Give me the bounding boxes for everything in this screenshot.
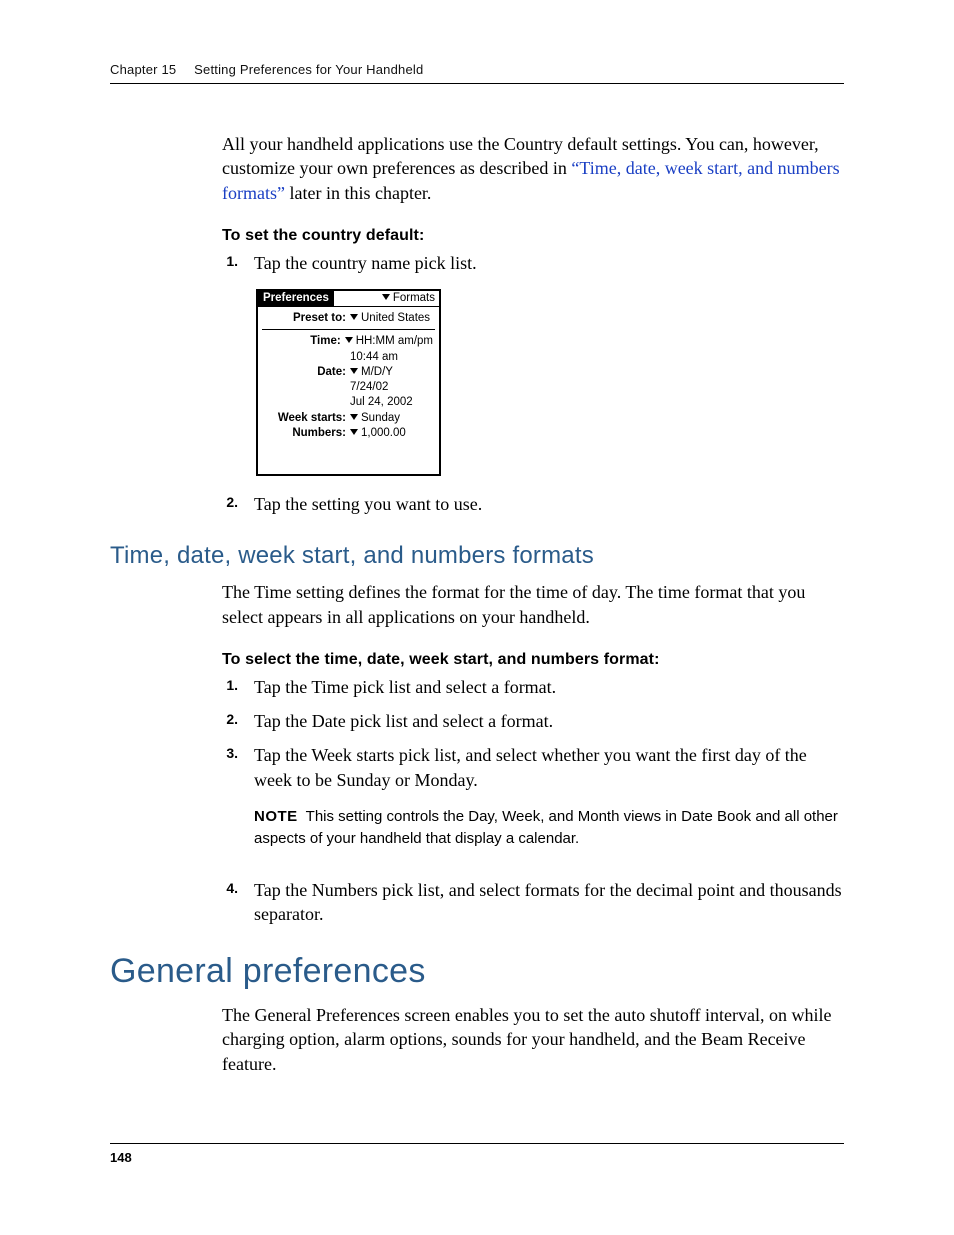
step-3: 3. Tap the Week starts pick list, and se… — [222, 743, 844, 867]
palm-time-example: 10:44 am — [258, 349, 439, 364]
step-number: 2. — [222, 709, 238, 733]
note-body: This setting controls the Day, Week, and… — [254, 808, 838, 847]
page: Chapter 15 Setting Preferences for Your … — [0, 0, 954, 1235]
step-number: 1. — [222, 251, 238, 275]
dropdown-icon — [350, 429, 358, 435]
section-heading-formats: Time, date, week start, and numbers form… — [110, 542, 844, 570]
palm-week-label: Week starts: — [264, 412, 350, 425]
palm-numbers-picklist[interactable]: 1,000.00 — [350, 427, 433, 440]
step-body: Tap the Time pick list and select a form… — [254, 675, 844, 699]
palm-preset-row: Preset to: United States — [258, 310, 439, 325]
task-heading-country: To set the country default: — [222, 227, 844, 245]
running-header: Chapter 15 Setting Preferences for Your … — [110, 62, 844, 84]
step-body: Tap the country name pick list. — [254, 251, 844, 275]
step-number: 1. — [222, 675, 238, 699]
formats-intro: The Time setting defines the format for … — [222, 580, 844, 629]
palm-title: Preferences — [258, 291, 334, 307]
step-2: 2. Tap the setting you want to use. — [222, 492, 844, 516]
palm-numbers-row: Numbers: 1,000.00 — [258, 425, 439, 440]
step-2: 2. Tap the Date pick list and select a f… — [222, 709, 844, 733]
palm-week-picklist[interactable]: Sunday — [350, 412, 433, 425]
dropdown-icon — [350, 368, 358, 374]
palm-date-label: Date: — [264, 366, 350, 379]
steps-country-2: 2. Tap the setting you want to use. — [222, 492, 844, 516]
palm-time-label: Time: — [264, 335, 345, 348]
note-block: NOTEThis setting controls the Day, Week,… — [254, 806, 844, 850]
step-number: 2. — [222, 492, 238, 516]
palm-preset-label: Preset to: — [264, 312, 350, 325]
palm-date-picklist[interactable]: M/D/Y — [350, 366, 433, 379]
dropdown-icon — [382, 294, 390, 300]
palm-time-picklist[interactable]: HH:MM am/pm — [345, 335, 433, 348]
palm-numbers-label: Numbers: — [264, 427, 350, 440]
step-body: Tap the Numbers pick list, and select fo… — [254, 878, 844, 927]
page-number: 148 — [110, 1143, 844, 1165]
chapter-title: Setting Preferences for Your Handheld — [194, 62, 423, 77]
chapter-label: Chapter 15 — [110, 62, 176, 77]
palm-menu-picklist[interactable]: Formats — [382, 291, 439, 307]
step-number: 4. — [222, 878, 238, 927]
step-4: 4. Tap the Numbers pick list, and select… — [222, 878, 844, 927]
step-body: Tap the setting you want to use. — [254, 492, 844, 516]
palm-date-example1: 7/24/02 — [258, 379, 439, 394]
task-heading-formats: To select the time, date, week start, an… — [222, 651, 844, 669]
step-number: 3. — [222, 743, 238, 867]
palm-time-row: Time: HH:MM am/pm — [258, 333, 439, 348]
palm-screenshot: Preferences Formats Preset to: United St… — [256, 289, 441, 476]
dropdown-icon — [345, 337, 353, 343]
intro-post: later in this chapter. — [285, 183, 431, 203]
general-body: The General Preferences screen enables y… — [222, 1003, 844, 1076]
step-body: Tap the Date pick list and select a form… — [254, 709, 844, 733]
palm-preset-picklist[interactable]: United States — [350, 312, 433, 325]
dropdown-icon — [350, 414, 358, 420]
step-1: 1. Tap the Time pick list and select a f… — [222, 675, 844, 699]
note-label: NOTE — [254, 808, 298, 825]
main-content: All your handheld applications use the C… — [222, 132, 844, 1076]
palm-date-row: Date: M/D/Y — [258, 364, 439, 379]
step-1: 1. Tap the country name pick list. — [222, 251, 844, 275]
palm-menu-label: Formats — [393, 292, 435, 304]
steps-country: 1. Tap the country name pick list. — [222, 251, 844, 275]
palm-date-example2: Jul 24, 2002 — [258, 394, 439, 409]
steps-formats: 1. Tap the Time pick list and select a f… — [222, 675, 844, 926]
palm-separator — [262, 329, 435, 330]
section-heading-general: General preferences — [110, 952, 844, 991]
step-body: Tap the Week starts pick list, and selec… — [254, 743, 844, 867]
palm-week-row: Week starts: Sunday — [258, 410, 439, 425]
intro-paragraph: All your handheld applications use the C… — [222, 132, 844, 205]
palm-titlebar: Preferences Formats — [258, 291, 439, 307]
dropdown-icon — [350, 314, 358, 320]
